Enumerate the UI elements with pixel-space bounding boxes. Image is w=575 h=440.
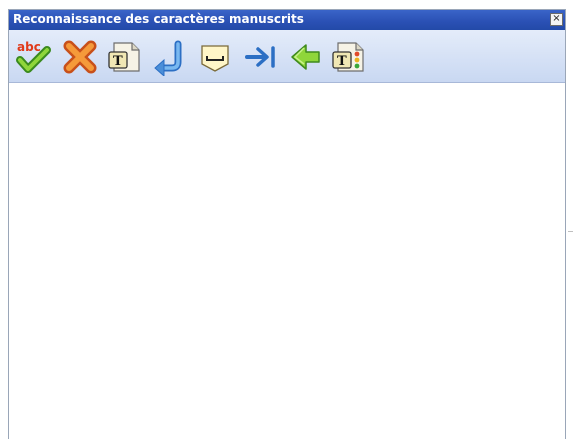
close-button[interactable]: × xyxy=(550,13,563,26)
svg-text:T: T xyxy=(113,54,123,69)
title-bar[interactable]: Reconnaissance des caractères manuscrits… xyxy=(9,10,565,30)
handwriting-recognition-window: Reconnaissance des caractères manuscrits… xyxy=(8,9,566,440)
backspace-button[interactable] xyxy=(286,38,324,76)
insert-text-icon: T xyxy=(108,42,140,72)
toolbar: abc T T xyxy=(9,30,565,83)
text-options-button[interactable]: T xyxy=(330,38,368,76)
space-button[interactable] xyxy=(196,38,234,76)
backspace-arrow-icon xyxy=(291,44,320,70)
tab-button[interactable] xyxy=(242,38,280,76)
handwriting-input-area[interactable] xyxy=(9,83,565,440)
text-options-icon: T xyxy=(332,42,364,72)
enter-return-icon xyxy=(154,40,182,76)
svg-text:abc: abc xyxy=(17,40,41,54)
edge-tick xyxy=(568,231,573,232)
svg-text:T: T xyxy=(337,54,347,69)
enter-button[interactable] xyxy=(150,38,188,76)
delete-x-icon xyxy=(63,40,97,74)
spellcheck-button[interactable]: abc xyxy=(14,38,52,76)
window-title: Reconnaissance des caractères manuscrits xyxy=(13,12,304,26)
insert-text-button[interactable]: T xyxy=(106,38,144,76)
tab-icon xyxy=(245,46,275,68)
delete-button[interactable] xyxy=(61,38,99,76)
space-icon xyxy=(201,45,229,72)
close-icon: × xyxy=(552,13,561,24)
spellcheck-abc-icon: abc xyxy=(16,40,51,73)
